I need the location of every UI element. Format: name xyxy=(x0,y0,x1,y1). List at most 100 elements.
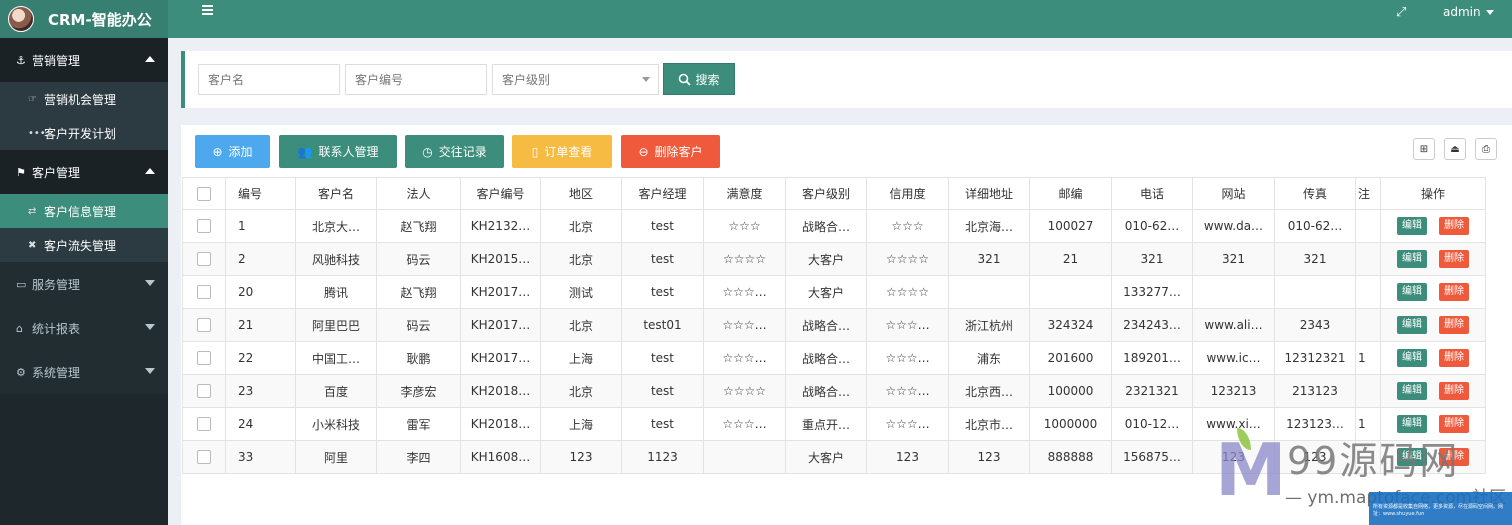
column-header[interactable]: 客户级别 xyxy=(785,177,867,210)
sidebar-group-marketing[interactable]: ⚓ 营销管理 xyxy=(0,38,168,82)
table-cell: 21 xyxy=(1029,242,1112,276)
brand[interactable]: CRM-智能办公 xyxy=(0,0,168,38)
row-checkbox-cell[interactable] xyxy=(182,308,226,342)
edit-button[interactable]: 编辑 xyxy=(1397,448,1427,466)
row-checkbox-cell[interactable] xyxy=(182,341,226,375)
table-row[interactable]: 24 小米科技 雷军 KH2018… 上海 test ☆☆☆… 重点开… ☆☆☆… 北京市… 100… xyxy=(182,407,1486,441)
table-cell: 大客户 xyxy=(785,242,867,276)
edit-button[interactable]: 编辑 xyxy=(1397,415,1427,433)
row-checkbox-cell[interactable] xyxy=(182,374,226,408)
table-cell: 李彦宏 xyxy=(376,374,461,408)
table-cell: test xyxy=(621,341,704,375)
fullscreen-icon[interactable]: ⤢ xyxy=(1396,5,1406,20)
table-cell: 21 xyxy=(225,308,296,342)
delete-customer-button[interactable]: ⊖ 删除客户 xyxy=(621,135,720,168)
column-header[interactable]: 客户名 xyxy=(295,177,377,210)
sidebar-group-reports[interactable]: ⌂ 统计报表 xyxy=(0,306,168,350)
column-header[interactable]: 信用度 xyxy=(866,177,949,210)
column-header[interactable]: 传真 xyxy=(1274,177,1356,210)
customer-level-select[interactable]: 客户级别 xyxy=(492,64,659,95)
column-header[interactable]: 客户经理 xyxy=(621,177,704,210)
table-row[interactable]: 21 阿里巴巴 码云 KH2017… 北京 test01 ☆☆☆… 战略合… ☆☆☆… 浙江杭州 3… xyxy=(182,308,1486,342)
checkbox[interactable] xyxy=(197,351,211,366)
table-cell: 码云 xyxy=(376,242,461,276)
column-header[interactable]: 邮编 xyxy=(1029,177,1112,210)
table-cell xyxy=(1274,275,1356,309)
table-row[interactable]: 33 阿里 李四 KH1608… 123 1123 大客户 123 123 888888 15687… xyxy=(182,440,1486,474)
column-header[interactable]: 注 xyxy=(1355,177,1381,210)
sidebar-item-opportunities[interactable]: ☞ 营销机会管理 xyxy=(0,82,168,116)
contacts-button[interactable]: 👥 联系人管理 xyxy=(279,135,397,168)
column-header[interactable]: 电话 xyxy=(1111,177,1193,210)
edit-button[interactable]: 编辑 xyxy=(1397,283,1427,301)
delete-button[interactable]: 删除 xyxy=(1439,415,1469,433)
delete-button[interactable]: 删除 xyxy=(1439,349,1469,367)
row-checkbox-cell[interactable] xyxy=(182,407,226,441)
hand-icon: ☞ xyxy=(28,93,37,105)
table-cell: 123123… xyxy=(1274,407,1356,441)
delete-button[interactable]: 删除 xyxy=(1439,217,1469,235)
table-cell: 123 xyxy=(1274,440,1356,474)
customer-code-input[interactable]: 客户编号 xyxy=(345,64,487,95)
table-cell: 战略合… xyxy=(785,308,867,342)
sidebar-group-system[interactable]: ⚙ 系统管理 xyxy=(0,350,168,394)
edit-button[interactable]: 编辑 xyxy=(1397,382,1427,400)
export-icon[interactable]: ⏏ xyxy=(1444,138,1466,160)
column-header[interactable]: 网站 xyxy=(1192,177,1275,210)
add-button[interactable]: ⊕ 添加 xyxy=(195,135,270,168)
row-checkbox-cell[interactable] xyxy=(182,209,226,243)
row-checkbox-cell[interactable] xyxy=(182,440,226,474)
sidebar-item-customer-loss[interactable]: ✖ 客户流失管理 xyxy=(0,228,168,262)
orders-button[interactable]: ▯ 订单查看 xyxy=(512,135,612,168)
sidebar-group-customers[interactable]: ⚑ 客户管理 xyxy=(0,150,168,194)
edit-button[interactable]: 编辑 xyxy=(1397,217,1427,235)
table-row[interactable]: 1 北京大… 赵飞翔 KH2132… 北京 test ☆☆☆ 战略合… ☆☆☆ 北京海… 10002… xyxy=(182,209,1486,243)
column-header[interactable]: 满意度 xyxy=(703,177,786,210)
table-cell xyxy=(1029,275,1112,309)
table-cell: 123213 xyxy=(1192,374,1275,408)
columns-icon[interactable]: ⊞ xyxy=(1413,138,1435,160)
caret-down-icon xyxy=(1485,9,1494,15)
column-header[interactable]: 客户编号 xyxy=(460,177,541,210)
edit-button[interactable]: 编辑 xyxy=(1397,250,1427,268)
row-checkbox-cell[interactable] xyxy=(182,242,226,276)
select-all-checkbox-cell[interactable] xyxy=(182,177,226,210)
records-button[interactable]: ◷ 交往记录 xyxy=(405,135,504,168)
column-header[interactable]: 法人 xyxy=(376,177,461,210)
delete-button[interactable]: 删除 xyxy=(1439,250,1469,268)
table-cell: www.da… xyxy=(1192,209,1275,243)
table-row[interactable]: 22 中国工… 耿鹏 KH2017… 上海 test ☆☆☆… 战略合… ☆☆☆… 浦东 20160… xyxy=(182,341,1486,375)
search-button[interactable]: 搜索 xyxy=(663,63,735,95)
delete-button[interactable]: 删除 xyxy=(1439,283,1469,301)
sidebar-toggle-icon[interactable] xyxy=(202,5,214,17)
edit-button[interactable]: 编辑 xyxy=(1397,349,1427,367)
checkbox[interactable] xyxy=(197,417,211,432)
checkbox[interactable] xyxy=(197,318,211,333)
checkbox[interactable] xyxy=(197,285,211,300)
checkbox[interactable] xyxy=(197,252,211,267)
delete-button[interactable]: 删除 xyxy=(1439,316,1469,334)
sidebar-group-service[interactable]: ▭ 服务管理 xyxy=(0,262,168,306)
column-header[interactable]: 地区 xyxy=(540,177,622,210)
checkbox[interactable] xyxy=(197,384,211,399)
column-header[interactable]: 详细地址 xyxy=(948,177,1030,210)
delete-button[interactable]: 删除 xyxy=(1439,382,1469,400)
print-icon[interactable]: ⎙ xyxy=(1475,138,1497,160)
customer-name-input[interactable]: 客户名 xyxy=(198,64,340,95)
edit-button[interactable]: 编辑 xyxy=(1397,316,1427,334)
delete-button[interactable]: 删除 xyxy=(1439,448,1469,466)
checkbox[interactable] xyxy=(197,219,211,234)
column-header[interactable]: 编号 xyxy=(225,177,296,210)
table-row[interactable]: 20 腾讯 赵飞翔 KH2017… 测试 test ☆☆☆… 大客户 ☆☆☆☆ 133277… 编辑… xyxy=(182,275,1486,309)
row-checkbox-cell[interactable] xyxy=(182,275,226,309)
sidebar-submenu-customers: ⇄ 客户信息管理 ✖ 客户流失管理 xyxy=(0,194,168,262)
orders-button-label: 订单查看 xyxy=(544,145,593,159)
table-row[interactable]: 23 百度 李彦宏 KH2018… 北京 test ☆☆☆☆ 战略合… ☆☆☆… 北京西… 1000… xyxy=(182,374,1486,408)
table-row[interactable]: 2 风驰科技 码云 KH2015… 北京 test ☆☆☆☆ 大客户 ☆☆☆☆ 321 21 321 3… xyxy=(182,242,1486,276)
checkbox[interactable] xyxy=(197,186,211,201)
checkbox[interactable] xyxy=(197,450,211,465)
table-cell: 浙江杭州 xyxy=(948,308,1030,342)
sidebar-item-customer-info[interactable]: ⇄ 客户信息管理 xyxy=(0,194,168,228)
sidebar-item-dev-plan[interactable]: ••• 客户开发计划 xyxy=(0,116,168,150)
user-menu[interactable]: admin xyxy=(1443,5,1494,19)
